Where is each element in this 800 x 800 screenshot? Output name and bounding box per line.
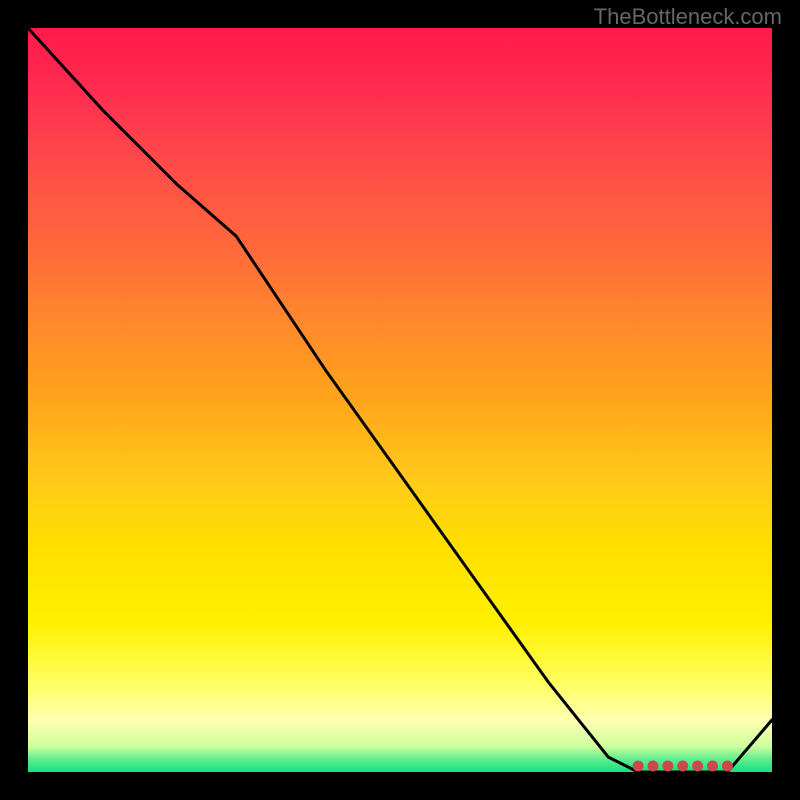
- marker-dot: [722, 761, 733, 772]
- watermark-text: TheBottleneck.com: [594, 4, 782, 30]
- marker-dot: [692, 761, 703, 772]
- marker-dot: [633, 761, 644, 772]
- marker-dot: [707, 761, 718, 772]
- chart-plot-area: [28, 28, 772, 772]
- chart-line-layer: [28, 28, 772, 772]
- chart-markers: [633, 761, 733, 772]
- bottleneck-line: [28, 28, 772, 772]
- marker-dot: [677, 761, 688, 772]
- marker-dot: [648, 761, 659, 772]
- marker-dot: [662, 761, 673, 772]
